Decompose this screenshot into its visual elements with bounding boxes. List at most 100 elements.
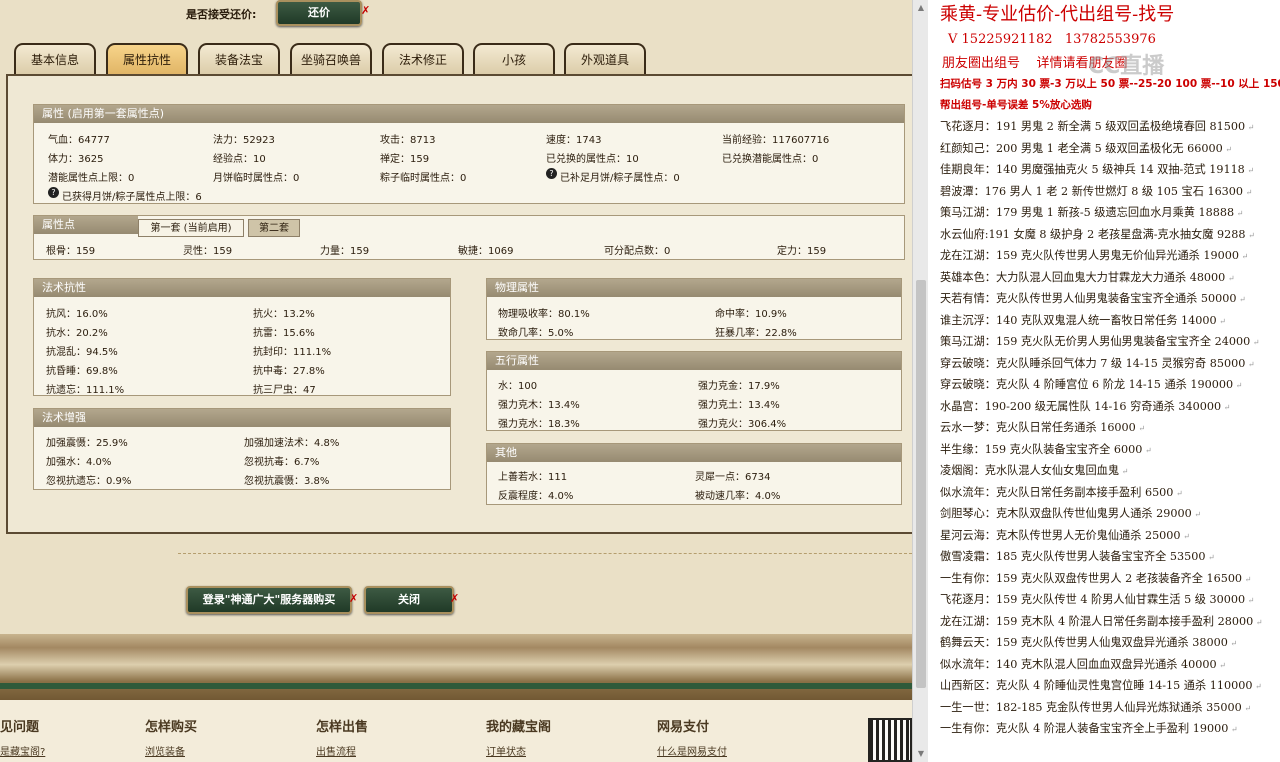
listing-desc: 克水队混人女仙女鬼回血鬼 — [984, 464, 1120, 477]
listing-line: 半生缘：159 克火队装备宝宝齐全 6000 ↵ — [940, 441, 1152, 457]
listing-desc: 克木队双盘队传世仙鬼男人通杀 29000 — [995, 507, 1192, 520]
return-mark-icon: ↵ — [1234, 209, 1244, 218]
listing-desc: 185 克火队传世男人装备宝宝齐全 53500 — [995, 550, 1206, 563]
return-mark-icon: ↵ — [1225, 273, 1235, 283]
listing-server: 龙在江湖： — [940, 249, 996, 262]
spell-resist-value: 抗风：16.0% — [46, 309, 108, 320]
tab-attributes-resist[interactable]: 属性抗性 — [106, 43, 188, 75]
listing-desc: 191 男鬼 2 新全满 5 级双回孟极绝境春回 81500 — [995, 120, 1246, 133]
spell-resist-value: 抗昏睡：69.8% — [46, 366, 118, 377]
listing-server: 云水一梦： — [940, 421, 996, 434]
tab-equipment[interactable]: 装备法宝 — [198, 43, 280, 75]
tab-spell-correction[interactable]: 法术修正 — [382, 43, 464, 75]
login-buy-button[interactable]: 登录"神通广大"服务器购买 — [186, 586, 352, 614]
listing-line: 英雄本色：大力队混人回血鬼大力甘霖龙大力通杀 48000 ↵ — [940, 269, 1235, 285]
listing-desc: 克火队 4 阶睡宫位 6 阶龙 14-15 通杀 190000 — [995, 378, 1234, 391]
cc-live-watermark: CC直播 — [1088, 54, 1165, 79]
return-mark-icon: ↵ — [1222, 144, 1232, 154]
footer-link[interactable]: 浏览装备 — [145, 743, 197, 758]
scroll-thumb[interactable] — [916, 280, 926, 688]
decorative-banner — [0, 634, 912, 702]
points-tab-first[interactable]: 第一套 (当前启用) — [138, 219, 244, 237]
five-elements-value: 强力克金：17.9% — [698, 381, 780, 392]
footer-heading: 我的藏宝阁 — [486, 720, 552, 735]
points-tab-second[interactable]: 第二套 — [248, 219, 300, 237]
return-mark-icon: ↵ — [1216, 660, 1226, 670]
attribute-value: 法力：52923 — [213, 135, 275, 146]
listing-server: 碧波潭： — [940, 184, 985, 198]
listing-server: 穿云破晓： — [940, 378, 996, 391]
attribute-value: 体力：3625 — [48, 154, 104, 165]
decorative-green-stripe — [0, 683, 912, 689]
listing-server: 策马江湖： — [940, 335, 996, 348]
tab-appearance-items[interactable]: 外观道具 — [564, 43, 646, 75]
listing-line: 似水流年：克火队日常任务副本接手盈利 6500 ↵ — [940, 484, 1183, 500]
attribute-point-value: 力量：159 — [320, 246, 370, 257]
listing-desc: 159 克木队 4 阶混人日常任务副本接手盈利 28000 — [995, 614, 1254, 628]
listing-desc: 克火队睡杀回气体力 7 级 14-15 灵猴穷奇 85000 — [995, 356, 1246, 370]
listing-desc: 179 男鬼 1 新孩-5 级遗忘回血水月乘黄 18888 — [995, 206, 1235, 219]
scroll-up-icon[interactable]: ▲ — [913, 0, 929, 16]
listing-desc: 159 克火队双盘传世男人 2 老孩装备齐全 16500 — [995, 571, 1243, 585]
footer-link[interactable]: 出售流程 — [316, 743, 368, 758]
listing-server: 似水流年： — [940, 485, 996, 499]
footer-link[interactable]: 是藏宝阁? — [0, 743, 45, 758]
spell-resist-value: 抗封印：111.1% — [253, 347, 332, 358]
other-title: 其他 — [487, 444, 901, 462]
scroll-down-icon[interactable]: ▼ — [913, 746, 929, 762]
listing-line: 穿云破晓：克火队睡杀回气体力 7 级 14-15 灵猴穷奇 85000 ↵ — [940, 355, 1255, 371]
return-mark-icon: ↵ — [1244, 166, 1255, 175]
physical-value: 物理吸收率：80.1% — [498, 309, 590, 320]
listing-line: 傲雪凌霜：185 克火队传世男人装备宝宝齐全 53500 ↵ — [940, 548, 1215, 564]
return-mark-icon: ↵ — [1191, 510, 1201, 519]
listing-server: 星河云海： — [940, 528, 996, 542]
attribute-value: 当前经验：117607716 — [722, 135, 830, 146]
return-mark-icon: ↵ — [1233, 381, 1243, 390]
attribute-value: 已补足月饼/粽子属性点：0 — [560, 173, 680, 184]
listing-server: 傲雪凌霜： — [940, 550, 996, 563]
listing-desc: 克火队 4 阶睡仙灵性鬼宫位睡 14-15 通杀 110000 — [995, 679, 1253, 692]
listing-line: 佳期良年：140 男魔强抽克火 5 级神兵 14 双抽-范式 19118 ↵ — [940, 161, 1254, 177]
attribute-point-value: 敏捷：1069 — [458, 246, 514, 257]
listing-desc: 159 克火队传世男人男鬼无价仙异光通杀 19000 — [995, 249, 1240, 262]
tab-children[interactable]: 小孩 — [473, 43, 555, 75]
listing-desc: 176 男人 1 老 2 新传世燃灯 8 级 105 宝石 16300 — [984, 184, 1244, 198]
close-button-x-icon: ✗ — [450, 592, 460, 605]
listing-desc: 159 克火队装备宝宝齐全 6000 — [984, 442, 1143, 456]
attribute-value: 粽子临时属性点：0 — [380, 173, 467, 184]
listing-line: 龙在江湖：159 克火队传世男人男鬼无价仙异光通杀 19000 ↵ — [940, 247, 1248, 263]
close-button[interactable]: 关闭 — [364, 586, 454, 614]
footer-column: 怎样出售 出售流程 — [316, 716, 368, 758]
tab-basic-info[interactable]: 基本信息 — [14, 43, 96, 75]
listing-line: 似水流年：140 克木队混人回血血双盘异光通杀 40000 ↵ — [940, 656, 1226, 672]
footer-link[interactable]: 什么是网易支付 — [657, 743, 727, 758]
overlay-notes-panel: 乘黄-专业估价-代出组号-找号 V 15225921182 1378255397… — [928, 0, 1280, 762]
spell-enhance-value: 加强加速法术：4.8% — [244, 438, 340, 449]
listing-desc: 182-185 克金队传世男人仙异光炼狱通杀 35000 — [995, 700, 1242, 714]
footer-link[interactable]: 订单状态 — [486, 743, 551, 758]
haggle-button[interactable]: 还价 — [276, 0, 362, 26]
return-mark-icon: ↵ — [1253, 617, 1263, 627]
page-scrollbar[interactable]: ▲ ▼ — [912, 0, 928, 762]
attribute-value: 经验点：10 — [213, 154, 266, 165]
return-mark-icon: ↵ — [1227, 639, 1238, 648]
tab-mounts-summons[interactable]: 坐骑召唤兽 — [290, 43, 372, 75]
other-value: 上善若水：111 — [498, 472, 568, 483]
five-elements-value: 强力克火：306.4% — [698, 419, 787, 430]
spell-resist-value: 抗混乱：94.5% — [46, 347, 118, 358]
attribute-value: 已获得月饼/粽子属性点上限：6 — [62, 192, 202, 203]
notes-promo-2: 帮出组号-单号误差 5%放心选购 — [940, 99, 1092, 111]
spell-enhance-value: 忽视抗遗忘：0.9% — [46, 476, 132, 487]
return-mark-icon: ↵ — [1180, 531, 1190, 541]
listing-desc: 190-200 级无属性队 14-16 穷奇通杀 340000 — [984, 399, 1222, 413]
other-value: 被动速几率：4.0% — [695, 491, 781, 502]
listing-desc: 克火队日常任务副本接手盈利 6500 — [995, 485, 1174, 499]
attribute-value: 禅定：159 — [380, 154, 430, 165]
spell-resist-value: 抗雷：15.6% — [253, 328, 315, 339]
spell-resist-value: 抗水：20.2% — [46, 328, 108, 339]
attribute-value: 气血：64777 — [48, 135, 110, 146]
listing-server: 半生缘： — [940, 442, 985, 456]
listing-desc: 159 克火队无价男人男仙男鬼装备宝宝齐全 24000 — [995, 335, 1251, 348]
accept-haggle-label: 是否接受还价: — [186, 8, 257, 21]
help-icon: ? — [48, 187, 59, 198]
